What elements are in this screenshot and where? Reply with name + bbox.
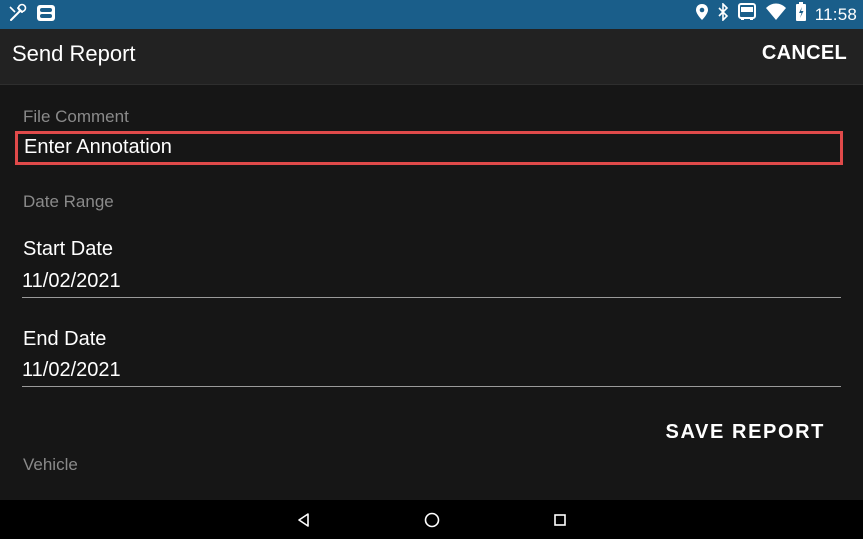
- start-date-label: Start Date: [23, 238, 114, 260]
- home-icon[interactable]: [422, 510, 442, 530]
- date-range-label: Date Range: [23, 192, 114, 211]
- wifi-icon: [765, 3, 787, 26]
- status-time: 11:58: [814, 4, 857, 24]
- file-comment-label: File Comment: [23, 107, 129, 126]
- status-left-icons: [8, 3, 56, 28]
- system-nav-bar: [0, 500, 863, 539]
- message-icon: [36, 3, 56, 28]
- send-report-form: File Comment Enter Annotation Date Range…: [0, 85, 863, 500]
- battery-icon: [795, 2, 807, 27]
- annotation-input[interactable]: Enter Annotation: [15, 131, 843, 165]
- status-bar: 11:58: [0, 0, 863, 29]
- start-date-underline: [22, 297, 841, 298]
- end-date-label: End Date: [23, 328, 107, 350]
- wrench-clock-icon: [8, 3, 28, 28]
- bluetooth-icon: [717, 2, 729, 26]
- cancel-button[interactable]: CANCEL: [762, 42, 847, 65]
- app-toolbar: Send Report CANCEL: [0, 29, 863, 85]
- page-title: Send Report: [12, 41, 136, 66]
- save-report-button[interactable]: SAVE REPORT: [666, 421, 825, 444]
- vehicle-label: Vehicle: [23, 455, 78, 474]
- bus-icon: [737, 3, 757, 26]
- location-pin-icon: [695, 3, 709, 26]
- end-date-underline: [22, 386, 841, 387]
- end-date-field[interactable]: 11/02/2021: [22, 359, 121, 382]
- back-icon[interactable]: [294, 510, 314, 530]
- start-date-field[interactable]: 11/02/2021: [22, 270, 121, 293]
- annotation-placeholder: Enter Annotation: [24, 136, 172, 158]
- recents-icon[interactable]: [550, 510, 570, 530]
- status-right-icons: 11:58: [695, 0, 857, 29]
